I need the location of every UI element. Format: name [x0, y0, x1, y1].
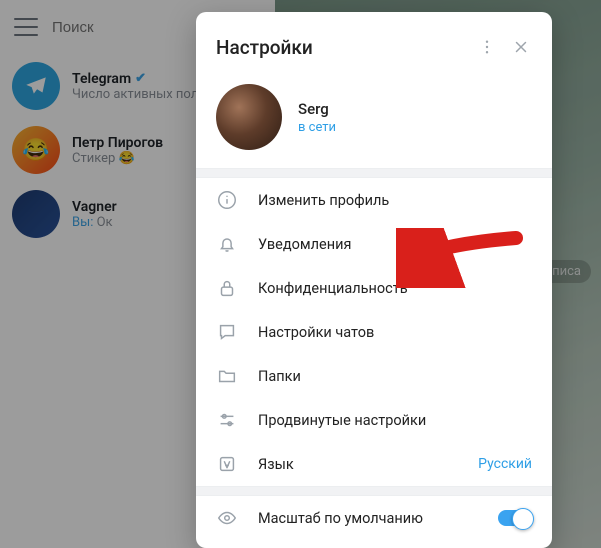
menu-item-chat-settings[interactable]: Настройки чатов [196, 310, 552, 354]
menu-item-folders[interactable]: Папки [196, 354, 552, 398]
menu-label: Изменить профиль [258, 192, 532, 209]
profile-name: Serg [298, 100, 336, 118]
language-icon [216, 453, 238, 475]
settings-menu: Изменить профиль Уведомления Конфиденциа… [196, 178, 552, 486]
menu-label: Уведомления [258, 236, 532, 253]
folder-icon [216, 365, 238, 387]
modal-header: Настройки [196, 12, 552, 78]
menu-label: Язык [258, 456, 458, 473]
separator [196, 486, 552, 496]
modal-title: Настройки [216, 36, 470, 59]
scale-toggle[interactable] [498, 510, 532, 526]
settings-menu-2: Масштаб по умолчанию [196, 496, 552, 540]
menu-item-notifications[interactable]: Уведомления [196, 222, 552, 266]
sliders-icon [216, 409, 238, 431]
language-value: Русский [478, 456, 532, 472]
separator [196, 168, 552, 178]
menu-label: Масштаб по умолчанию [258, 510, 478, 527]
menu-label: Папки [258, 368, 532, 385]
profile-section[interactable]: Serg в сети [196, 78, 552, 168]
profile-status: в сети [298, 120, 336, 135]
menu-label: Продвинутые настройки [258, 412, 532, 429]
menu-item-language[interactable]: Язык Русский [196, 442, 552, 486]
menu-label: Настройки чатов [258, 324, 532, 341]
menu-item-default-scale[interactable]: Масштаб по умолчанию [196, 496, 552, 540]
menu-item-advanced[interactable]: Продвинутые настройки [196, 398, 552, 442]
chat-icon [216, 321, 238, 343]
settings-modal: Настройки Serg в сети Изменить профиль У… [196, 12, 552, 548]
menu-item-edit-profile[interactable]: Изменить профиль [196, 178, 552, 222]
menu-label: Конфиденциальность [258, 280, 532, 297]
close-icon[interactable] [504, 30, 538, 64]
menu-item-privacy[interactable]: Конфиденциальность [196, 266, 552, 310]
eye-icon [216, 507, 238, 529]
bell-icon [216, 233, 238, 255]
lock-icon [216, 277, 238, 299]
more-icon[interactable] [470, 30, 504, 64]
profile-avatar [216, 84, 282, 150]
info-icon [216, 189, 238, 211]
